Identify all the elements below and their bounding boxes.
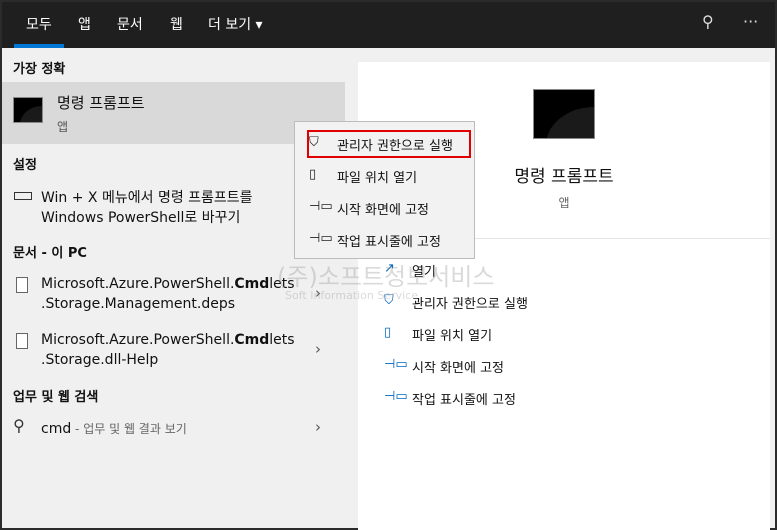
chevron-right-icon[interactable]: › <box>315 418 321 436</box>
document-name-line1: Microsoft.Azure.PowerShell.Cmdlets <box>41 276 295 292</box>
pin-icon: ⊣▭ <box>384 357 408 372</box>
action-run-as-admin[interactable]: ⛉ 관리자 권한으로 실행 <box>384 291 684 315</box>
section-web-search: 업무 및 웹 검색 <box>13 390 99 405</box>
document-name-line1: Microsoft.Azure.PowerShell.Cmdlets <box>41 332 295 348</box>
action-label: 파일 위치 열기 <box>412 329 493 344</box>
action-open-file-location[interactable]: ▯ 파일 위치 열기 <box>384 323 684 347</box>
tab-more[interactable]: 더 보기 ▾ <box>208 14 263 34</box>
folder-icon: ▯ <box>309 167 317 182</box>
folder-icon: ▯ <box>384 325 392 340</box>
tab-apps[interactable]: 앱 <box>78 14 91 34</box>
best-match-title: 명령 프롬프트 <box>57 94 145 112</box>
action-label: 관리자 권한으로 실행 <box>412 297 528 312</box>
tab-documents[interactable]: 문서 <box>117 14 143 34</box>
document-icon <box>16 277 28 293</box>
watermark-sub: Soft Information Service <box>285 289 419 302</box>
pin-icon: ⊣▭ <box>309 199 333 214</box>
section-best-match: 가장 정확 <box>13 62 66 77</box>
shield-icon: ⛉ <box>309 135 319 150</box>
menu-label: 파일 위치 열기 <box>337 171 418 186</box>
pin-icon: ⊣▭ <box>384 389 408 404</box>
settings-item-line2: Windows PowerShell로 바꾸기 <box>41 210 241 226</box>
web-search-label: cmd - 업무 및 웹 결과 보기 <box>41 421 187 437</box>
action-label: 작업 표시줄에 고정 <box>412 393 516 408</box>
command-prompt-icon <box>13 97 43 123</box>
search-window: 모두 앱 문서 웹 더 보기 ▾ ⚲ ··· 가장 정확 명령 프롬프트 앱 설… <box>2 2 775 530</box>
top-bar: 모두 앱 문서 웹 더 보기 ▾ ⚲ ··· <box>2 2 775 48</box>
feedback-icon[interactable]: ⚲ <box>702 12 714 31</box>
action-pin-to-start[interactable]: ⊣▭ 시작 화면에 고정 <box>384 355 684 379</box>
more-options-icon[interactable]: ··· <box>743 12 758 31</box>
watermark: (주)소프트정보서비스 <box>277 263 495 291</box>
command-prompt-large-icon <box>533 89 595 139</box>
menu-label: 관리자 권한으로 실행 <box>337 139 453 154</box>
document-name-line2: .Storage.Management.deps <box>41 296 236 312</box>
context-menu: ⛉ 관리자 권한으로 실행 ▯ 파일 위치 열기 ⊣▭ 시작 화면에 고정 ⊣▭ 작업 … <box>294 121 475 259</box>
monitor-icon <box>14 192 32 200</box>
pin-icon: ⊣▭ <box>309 231 333 246</box>
context-run-as-admin[interactable]: ⛉ 관리자 권한으로 실행 <box>295 129 474 159</box>
tab-web[interactable]: 웹 <box>170 14 183 34</box>
active-tab-indicator <box>14 44 64 48</box>
action-pin-to-taskbar[interactable]: ⊣▭ 작업 표시줄에 고정 <box>384 387 684 411</box>
menu-label: 작업 표시줄에 고정 <box>337 235 441 250</box>
best-match-subtitle: 앱 <box>57 120 69 134</box>
document-name-line2: .Storage.dll-Help <box>41 352 159 368</box>
document-icon <box>16 333 28 349</box>
settings-item-line1: Win + X 메뉴에서 명령 프롬프트를 <box>41 190 253 206</box>
action-label: 시작 화면에 고정 <box>412 361 504 376</box>
section-settings: 설정 <box>13 158 37 173</box>
chevron-right-icon[interactable]: › <box>315 340 321 358</box>
context-open-file-location[interactable]: ▯ 파일 위치 열기 <box>295 161 474 191</box>
menu-label: 시작 화면에 고정 <box>337 203 429 218</box>
tab-all[interactable]: 모두 <box>26 14 52 34</box>
search-icon: ⚲ <box>13 416 25 435</box>
context-pin-to-taskbar[interactable]: ⊣▭ 작업 표시줄에 고정 <box>295 225 474 255</box>
section-documents: 문서 - 이 PC <box>13 246 87 261</box>
context-pin-to-start[interactable]: ⊣▭ 시작 화면에 고정 <box>295 193 474 223</box>
